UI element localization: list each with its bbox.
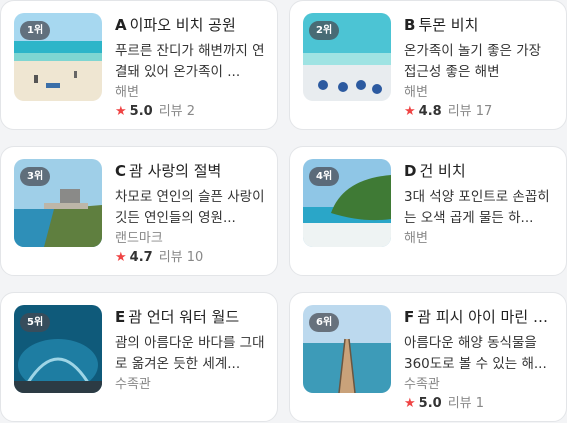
review-label: 리뷰: [158, 250, 183, 265]
place-name: 괌 언더 워터 월드: [128, 308, 240, 326]
place-category: 해변: [404, 85, 428, 100]
place-name: 건 비치: [419, 162, 466, 180]
place-title[interactable]: D건 비치: [404, 161, 556, 181]
place-category: 해변: [115, 85, 139, 100]
place-description: 아름다운 해양 동식물을 360도로 볼 수 있는 해...: [404, 335, 547, 372]
place-letter: D: [404, 162, 417, 180]
place-category: 수족관: [404, 377, 440, 392]
place-rating: ★ 4.8 리뷰 17: [404, 102, 556, 122]
place-title[interactable]: C괌 사랑의 절벽: [115, 161, 267, 181]
place-title[interactable]: A 이파오 비치 공원: [115, 15, 267, 35]
review-count: 10: [186, 250, 204, 265]
place-name: 이파오 비치 공원: [129, 16, 236, 34]
place-thumbnail[interactable]: 5위: [14, 305, 102, 393]
rating-score: 5.0: [129, 104, 153, 119]
rank-badge: 1위: [20, 21, 51, 40]
rating-score: 4.8: [418, 104, 442, 119]
place-category: 해변: [404, 231, 428, 246]
review-count: 17: [475, 104, 493, 119]
place-card[interactable]: 1위 A 이파오 비치 공원 푸르른 잔디가 해변까지 연결돼 있어 온가족이 .…: [0, 0, 278, 130]
review-label: 리뷰: [447, 396, 472, 411]
place-title[interactable]: B 투몬 비치: [404, 15, 556, 35]
star-icon: ★: [115, 250, 127, 265]
place-title[interactable]: F괌 피시 아이 마린 파크: [404, 307, 556, 327]
place-card[interactable]: 6위 F괌 피시 아이 마린 파크 아름다운 해양 동식물을 360도로 볼 수…: [289, 292, 567, 422]
review-count: 1: [475, 396, 485, 411]
place-title[interactable]: E괌 언더 워터 월드: [115, 307, 267, 327]
rank-badge: 5위: [20, 313, 51, 332]
place-name: 투몬 비치: [418, 16, 479, 34]
review-count: 2: [186, 104, 196, 119]
place-letter: E: [115, 308, 126, 326]
place-thumbnail[interactable]: 2위: [303, 13, 391, 101]
rating-score: 5.0: [418, 396, 442, 411]
rank-badge: 4위: [309, 167, 340, 186]
place-letter: F: [404, 308, 415, 326]
place-rating: ★ 5.0 리뷰 2: [115, 102, 267, 122]
star-icon: ★: [404, 104, 416, 119]
place-thumbnail[interactable]: 4위: [303, 159, 391, 247]
place-category: 랜드마크: [115, 231, 163, 246]
rank-badge: 3위: [20, 167, 51, 186]
place-letter: C: [115, 162, 127, 180]
place-letter: A: [115, 16, 127, 34]
place-description: 3대 석양 포인트로 손꼽히는 오색 곱게 물든 하...: [404, 189, 550, 226]
star-icon: ★: [404, 396, 416, 411]
place-card[interactable]: 5위 E괌 언더 워터 월드 괌의 아름다운 바다를 그대로 옮겨온 듯한 세계…: [0, 292, 278, 422]
place-card[interactable]: 2위 B 투몬 비치 온가족이 놀기 좋은 가장 접근성 좋은 해변 해변 ★ 4.…: [289, 0, 567, 130]
place-letter: B: [404, 16, 416, 34]
review-label: 리뷰: [447, 104, 472, 119]
place-rating: ★ 5.0 리뷰 1: [404, 394, 556, 414]
place-card[interactable]: 3위 C괌 사랑의 절벽 차모로 연인의 슬픈 사랑이 깃든 연인들의 영원..…: [0, 146, 278, 276]
rank-badge: 2위: [309, 21, 340, 40]
star-icon: ★: [115, 104, 127, 119]
review-label: 리뷰: [158, 104, 183, 119]
place-description: 온가족이 놀기 좋은 가장 접근성 좋은 해변: [404, 43, 542, 80]
place-card[interactable]: 4위 D건 비치 3대 석양 포인트로 손꼽히는 오색 곱게 물든 하... 해…: [289, 146, 567, 276]
place-thumbnail[interactable]: 3위: [14, 159, 102, 247]
place-rating: ★ 4.7 리뷰 10: [115, 248, 267, 268]
place-name: 괌 피시 아이 마린 파크: [417, 308, 556, 326]
place-thumbnail[interactable]: 6위: [303, 305, 391, 393]
place-description: 차모로 연인의 슬픈 사랑이 깃든 연인들의 영원...: [115, 189, 265, 226]
place-description: 푸르른 잔디가 해변까지 연결돼 있어 온가족이 ...: [115, 43, 265, 80]
place-thumbnail[interactable]: 1위: [14, 13, 102, 101]
rating-score: 4.7: [129, 250, 153, 265]
place-description: 괌의 아름다운 바다를 그대로 옮겨온 듯한 세계...: [115, 335, 265, 372]
place-name: 괌 사랑의 절벽: [129, 162, 222, 180]
rank-badge: 6위: [309, 313, 340, 332]
place-category: 수족관: [115, 377, 151, 392]
